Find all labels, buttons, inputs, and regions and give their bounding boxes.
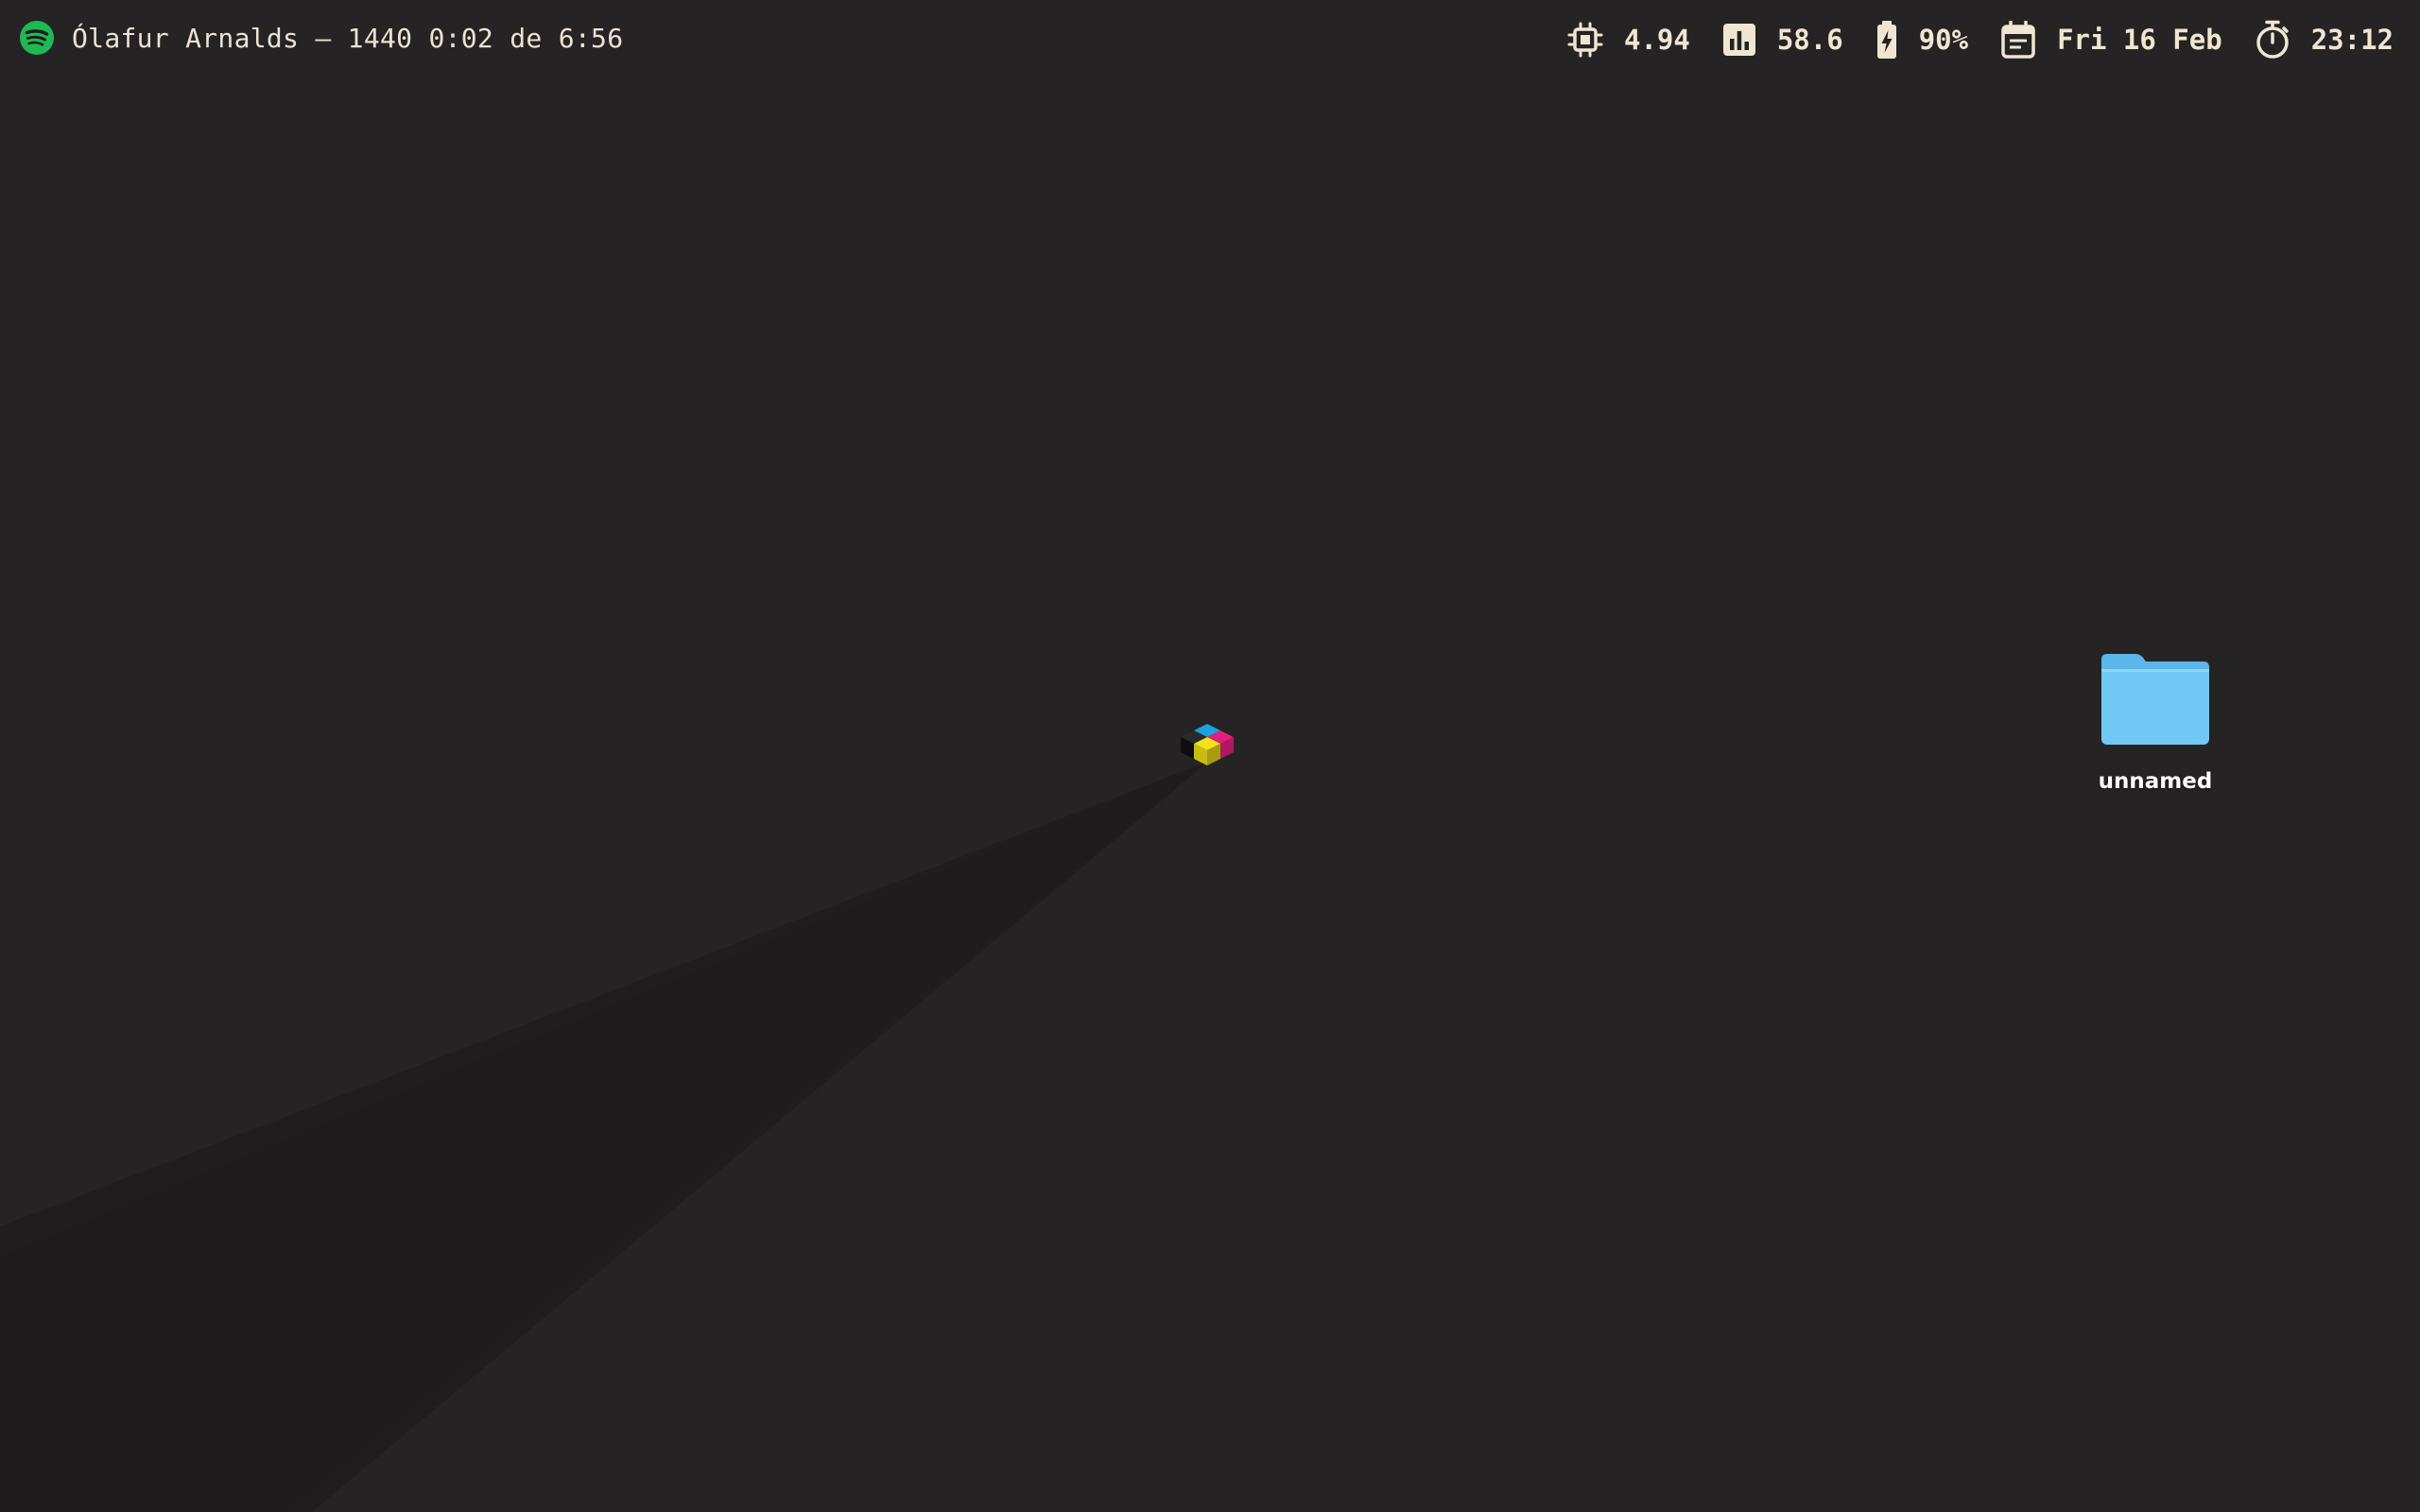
- cpu-value: 4.94: [1624, 24, 1690, 56]
- calendar-icon: [2000, 20, 2036, 59]
- now-playing-widget[interactable]: Ólafur Arnalds – 1440 0:02 de 6:56: [19, 17, 623, 59]
- folder-icon: [2101, 654, 2209, 745]
- status-widgets: 4.94 58.6 90% Fri 16 Feb 23:12: [1567, 17, 2394, 62]
- folder-label: unnamed: [2098, 769, 2213, 794]
- date-widget[interactable]: Fri 16 Feb: [2000, 20, 2222, 59]
- time-widget[interactable]: 23:12: [2255, 20, 2394, 60]
- time-value: 23:12: [2310, 24, 2394, 56]
- now-playing-text: Ólafur Arnalds – 1440 0:02 de 6:56: [72, 22, 624, 54]
- menu-bar: Ólafur Arnalds – 1440 0:02 de 6:56 4.94 …: [0, 0, 2420, 76]
- bar-chart-icon: [1722, 23, 1756, 57]
- spotify-icon: [20, 21, 54, 55]
- battery-value: 90%: [1918, 24, 1969, 56]
- cmyk-cube-icon: [1181, 724, 1234, 765]
- desktop: Ólafur Arnalds – 1440 0:02 de 6:56 4.94 …: [0, 0, 2420, 1512]
- cpu-widget[interactable]: 4.94: [1567, 22, 1690, 58]
- desktop-folder[interactable]: unnamed: [2080, 650, 2231, 794]
- battery-widget[interactable]: 90%: [1876, 20, 1968, 60]
- stats-widget[interactable]: 58.6: [1722, 23, 1843, 57]
- stopwatch-icon: [2255, 20, 2290, 60]
- cpu-icon: [1567, 22, 1603, 58]
- date-value: Fri 16 Feb: [2057, 24, 2222, 56]
- battery-charging-icon: [1876, 20, 1898, 60]
- stats-value: 58.6: [1776, 24, 1843, 56]
